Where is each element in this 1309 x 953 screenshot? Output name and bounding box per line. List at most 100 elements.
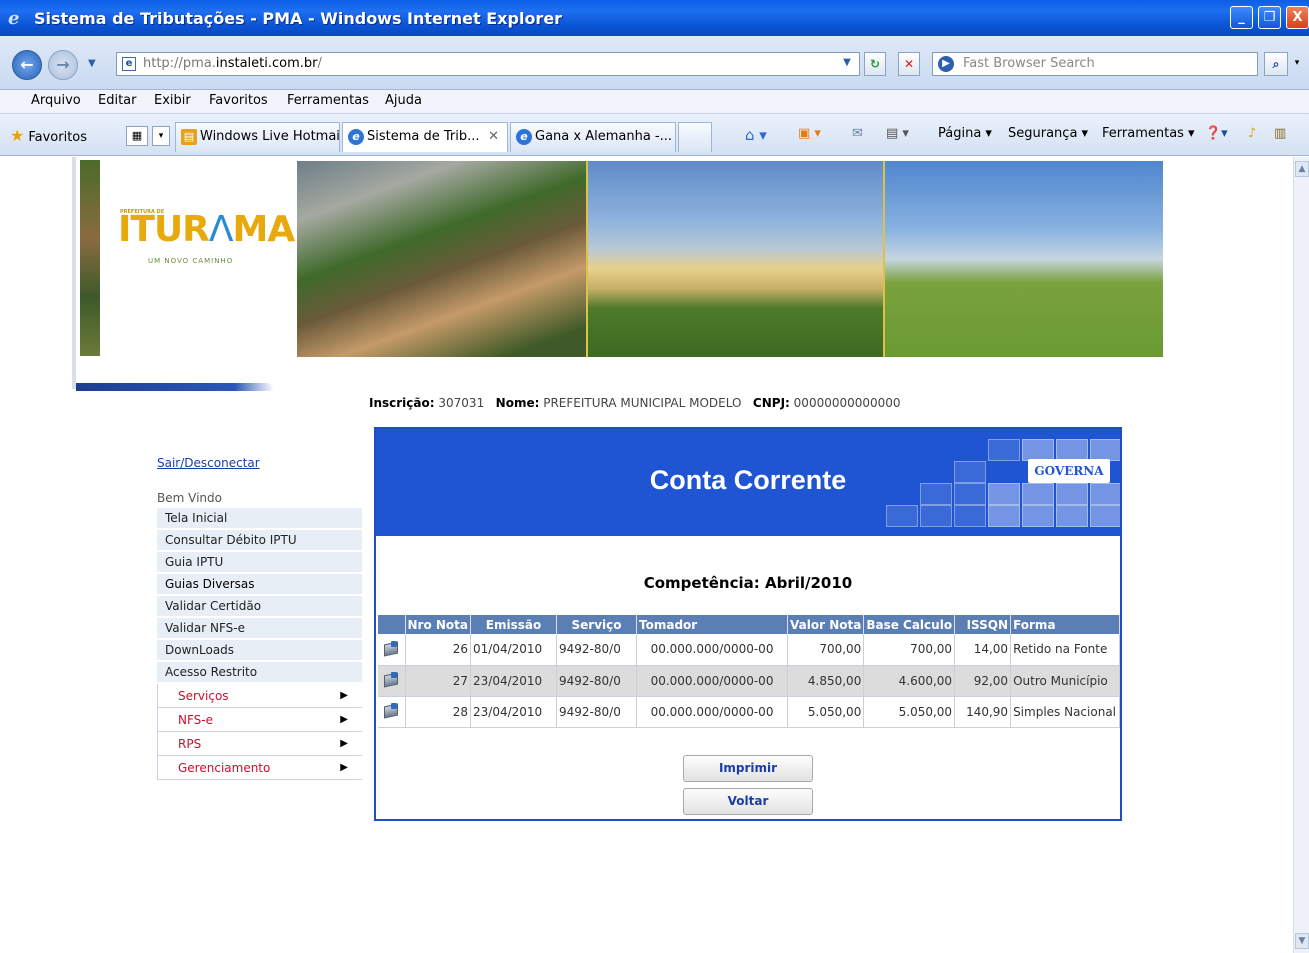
new-tab-button[interactable] (678, 122, 712, 152)
submenu-gerenciamento[interactable]: Gerenciamento ▶ (157, 756, 362, 780)
menu-ferramentas[interactable]: Ferramentas (287, 93, 369, 108)
submenu-arrow-icon: ▶ (340, 738, 348, 749)
close-tab-icon[interactable]: ✕ (488, 123, 499, 151)
search-icon[interactable]: ⌕ (1264, 52, 1288, 76)
decor-square (1022, 505, 1054, 527)
cell-valor: 5.050,00 (787, 696, 865, 728)
banner-blue-bar (76, 383, 274, 391)
sidebar-item-validar-nfse[interactable]: Validar NFS-e (157, 618, 362, 639)
url-dropdown-icon[interactable]: ▼ (836, 52, 858, 76)
back-button-page[interactable]: Voltar (683, 788, 813, 815)
search-options-icon[interactable]: ▾ (1290, 52, 1304, 76)
cell-emissao: 01/04/2010 (470, 634, 558, 666)
col-header-base: Base Calculo (863, 615, 956, 634)
cell-issqn: 140,90 (954, 696, 1012, 728)
sidebar-item-tela-inicial[interactable]: Tela Inicial (157, 508, 362, 529)
decor-square (1056, 505, 1088, 527)
sidebar-item-guias-diversas[interactable]: Guias Diversas (157, 574, 362, 595)
computer-icon (382, 640, 400, 656)
panel-header: Conta Corrente GOVERNA (376, 429, 1120, 536)
menu-favoritos[interactable]: Favoritos (209, 93, 268, 108)
view-nota-button[interactable] (378, 665, 406, 697)
scroll-up-icon[interactable]: ▲ (1295, 161, 1309, 177)
page-menu[interactable]: Página ▾ (938, 126, 992, 141)
submenu-arrow-icon: ▶ (340, 762, 348, 773)
favorites-label: Favoritos (28, 130, 88, 145)
forward-button[interactable]: → (48, 50, 78, 80)
sidebar-item-acesso-restrito[interactable]: Acesso Restrito (157, 662, 362, 683)
cell-servico: 9492-80/0 (556, 665, 638, 697)
url-input[interactable]: e http://pma.instaleti.com.br/ (116, 52, 860, 76)
view-nota-button[interactable] (378, 634, 406, 666)
tab-hotmail[interactable]: ▤ Windows Live Hotmail (175, 122, 340, 152)
banner-photo-church (297, 161, 587, 357)
welcome-text: Bem Vindo (157, 491, 222, 505)
page-icon: e (122, 57, 136, 71)
submenu-servicos[interactable]: Serviços ▶ (157, 684, 362, 708)
col-header-icon (378, 615, 406, 634)
banner-photo-park (884, 161, 1163, 357)
search-placeholder: Fast Browser Search (963, 56, 1095, 71)
refresh-icon[interactable]: ↻ (864, 52, 886, 76)
menu-exibir[interactable]: Exibir (154, 93, 191, 108)
sidebar-item-guia-iptu[interactable]: Guia IPTU (157, 552, 362, 573)
cell-tomador: 00.000.000/0000-00 (636, 696, 789, 728)
decor-square (954, 505, 986, 527)
menu-editar[interactable]: Editar (98, 93, 137, 108)
cell-valor: 700,00 (787, 634, 865, 666)
print-button[interactable]: Imprimir (683, 755, 813, 782)
print-icon[interactable]: ▤ ▾ (886, 126, 909, 141)
mail-icon[interactable]: ✉ (852, 126, 863, 141)
inscricao-label: Inscrição: (369, 396, 435, 410)
scroll-down-icon[interactable]: ▼ (1295, 933, 1309, 949)
cell-tomador: 00.000.000/0000-00 (636, 665, 789, 697)
close-button[interactable]: X (1286, 6, 1309, 29)
toolbar-extra-icon[interactable]: ▥ (1274, 126, 1286, 141)
security-menu[interactable]: Segurança ▾ (1008, 126, 1088, 141)
favorites-button[interactable]: ★ Favoritos (10, 126, 87, 145)
minimize-button[interactable]: _ (1230, 6, 1253, 29)
url-prefix: http://pma. (143, 56, 216, 71)
cell-forma: Simples Nacional (1010, 696, 1120, 728)
submenu-nfse[interactable]: NFS-e ▶ (157, 708, 362, 732)
back-button[interactable]: ← (12, 50, 42, 80)
sidebar-item-validar-certidao[interactable]: Validar Certidão (157, 596, 362, 617)
menu-ajuda[interactable]: Ajuda (385, 93, 422, 108)
home-icon[interactable]: ⌂ ▾ (745, 126, 767, 144)
sidebar-item-downloads[interactable]: DownLoads (157, 640, 362, 661)
feeds-icon[interactable]: ▣ ▾ (798, 126, 821, 141)
menu-arquivo[interactable]: Arquivo (31, 93, 81, 108)
recent-pages-icon[interactable]: ▼ (88, 58, 96, 69)
vertical-scrollbar[interactable]: ▲ ▼ (1293, 157, 1309, 953)
competencia-heading: Competência: Abril/2010 (643, 574, 853, 592)
logout-link[interactable]: Sair/Desconectar (157, 456, 260, 470)
panel-title: Conta Corrente (649, 465, 847, 495)
banner-divider (883, 161, 885, 357)
maximize-button[interactable]: ❐ (1258, 6, 1281, 29)
conta-corrente-panel: Conta Corrente GOVERNA Competência: Abri… (374, 427, 1122, 821)
cell-base: 700,00 (863, 634, 956, 666)
stop-icon[interactable]: ✕ (898, 52, 920, 76)
title-bar: e Sistema de Tributações - PMA - Windows… (0, 0, 1309, 36)
quick-tabs-icon[interactable]: ▦ (126, 126, 148, 146)
table-row: 26 01/04/2010 9492-80/0 00.000.000/0000-… (378, 634, 1120, 666)
submenu-label: NFS-e (178, 713, 213, 727)
research-icon[interactable]: ♪ (1248, 126, 1256, 141)
tab-list-icon[interactable]: ▾ (152, 126, 170, 146)
submenu-rps[interactable]: RPS ▶ (157, 732, 362, 756)
help-icon[interactable]: ❓▾ (1205, 126, 1228, 141)
search-input[interactable]: ▶ Fast Browser Search (932, 52, 1258, 76)
cell-servico: 9492-80/0 (556, 696, 638, 728)
ie-tab-icon: e (348, 129, 364, 145)
cell-issqn: 92,00 (954, 665, 1012, 697)
view-nota-button[interactable] (378, 696, 406, 728)
tab-gana[interactable]: e Gana x Alemanha -... (510, 122, 676, 152)
decor-square (920, 505, 952, 527)
tools-menu[interactable]: Ferramentas ▾ (1102, 126, 1195, 141)
col-header-forma: Forma (1010, 615, 1120, 634)
tab-sistema[interactable]: e Sistema de Trib... ✕ (342, 122, 508, 152)
sidebar-item-consultar-debito[interactable]: Consultar Débito IPTU (157, 530, 362, 551)
tab-label: Gana x Alemanha -... (535, 129, 673, 144)
address-bar: ← → ▼ e http://pma.instaleti.com.br/ ▼ ↻… (0, 36, 1309, 90)
cell-base: 4.600,00 (863, 665, 956, 697)
